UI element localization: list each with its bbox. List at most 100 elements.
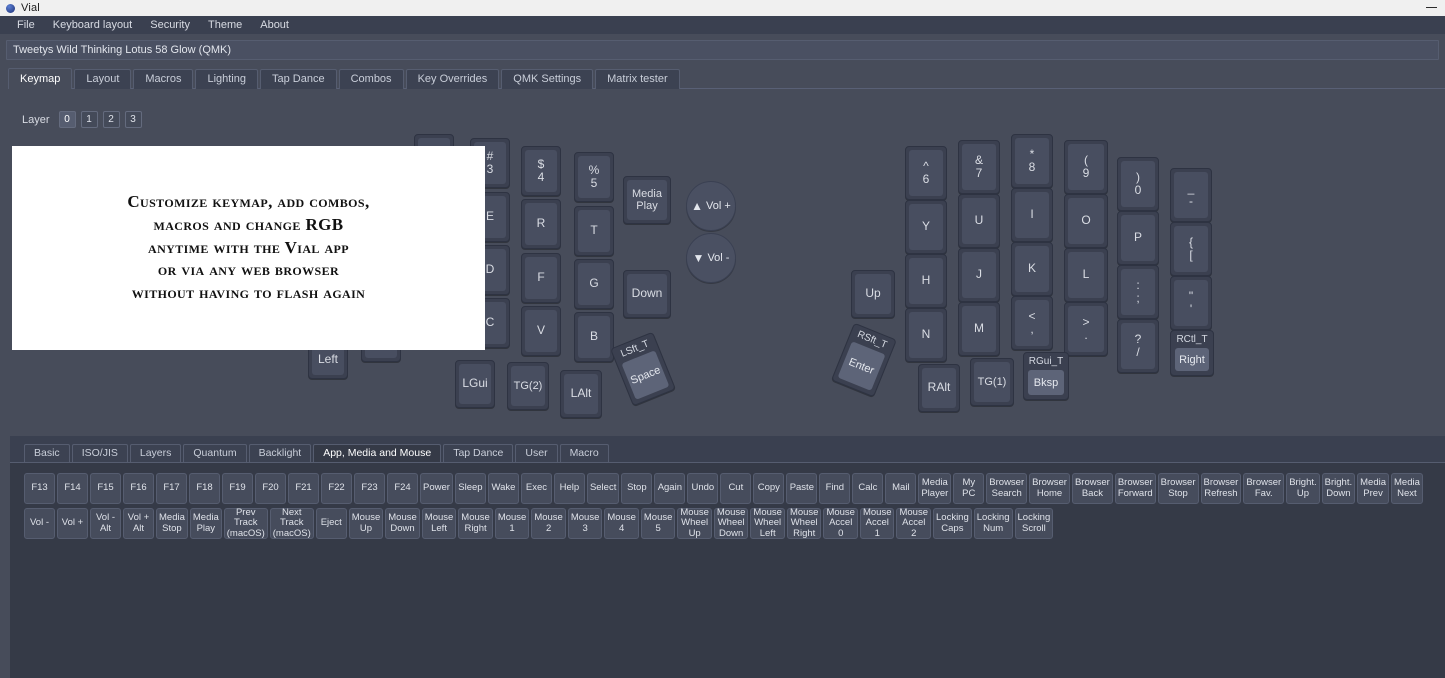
- keycode-button-mail[interactable]: Mail: [885, 473, 917, 504]
- keycode-button-f18[interactable]: F18: [189, 473, 220, 504]
- menu-item-theme[interactable]: Theme: [199, 16, 251, 34]
- tab-tap-dance[interactable]: Tap Dance: [260, 69, 337, 89]
- keymap-key-i[interactable]: I: [1011, 188, 1053, 242]
- keymap-key--[interactable]: _ -: [1170, 168, 1212, 222]
- keycode-button-mouse-right[interactable]: Mouse Right: [458, 508, 493, 539]
- keycode-button-mouse-accel-0[interactable]: Mouse Accel 0: [823, 507, 858, 539]
- keycode-button-vol-[interactable]: Vol +: [57, 508, 88, 539]
- keymap-key-ralt[interactable]: RAlt: [918, 364, 960, 412]
- tab-qmk-settings[interactable]: QMK Settings: [501, 69, 594, 89]
- keycode-button-next-track-macos-[interactable]: Next Track (macOS): [269, 507, 314, 539]
- keycode-button-browser-forward[interactable]: Browser Forward: [1114, 473, 1156, 504]
- keycode-button-prev-track-macos-[interactable]: Prev Track (macOS): [223, 507, 268, 539]
- keycode-button-locking-scroll[interactable]: Locking Scroll: [1014, 508, 1054, 539]
- tab-keymap[interactable]: Keymap: [8, 68, 73, 89]
- keycode-button-mouse-accel-1[interactable]: Mouse Accel 1: [859, 507, 895, 539]
- keycode-button-calc[interactable]: Calc: [852, 473, 884, 504]
- keycode-tab-basic[interactable]: Basic: [24, 444, 70, 462]
- keycode-button-f20[interactable]: F20: [255, 473, 286, 504]
- keycode-button-media-play[interactable]: Media Play: [189, 508, 222, 539]
- keycode-button-f13[interactable]: F13: [24, 473, 55, 504]
- keymap-key--[interactable]: " ': [1170, 276, 1212, 330]
- tab-lighting[interactable]: Lighting: [195, 69, 258, 89]
- keycode-button-mouse-wheel-down[interactable]: Mouse Wheel Down: [713, 507, 749, 539]
- keycode-button-bright-down[interactable]: Bright. Down: [1321, 473, 1356, 504]
- keycode-button-browser-stop[interactable]: Browser Stop: [1157, 473, 1199, 504]
- keymap-key-b[interactable]: B: [574, 312, 614, 362]
- menu-item-security[interactable]: Security: [141, 16, 199, 34]
- keycode-button-media-player[interactable]: Media Player: [918, 473, 952, 504]
- keycode-button-paste[interactable]: Paste: [786, 473, 818, 504]
- menu-item-keyboard-layout[interactable]: Keyboard layout: [44, 16, 142, 34]
- keycode-button-f17[interactable]: F17: [156, 473, 187, 504]
- keymap-key--[interactable]: * 8: [1011, 134, 1053, 188]
- keymap-key-tg-2-[interactable]: TG(2): [507, 362, 549, 410]
- keymap-key-r[interactable]: R: [521, 199, 561, 249]
- keymap-key-j[interactable]: J: [958, 248, 1000, 302]
- keymap-key--[interactable]: (9: [1064, 140, 1108, 194]
- keycode-button-undo[interactable]: Undo: [687, 473, 719, 504]
- keymap-key-up[interactable]: Up: [851, 270, 895, 318]
- keycode-button-bright-up[interactable]: Bright. Up: [1286, 473, 1320, 504]
- keycode-button-f14[interactable]: F14: [57, 473, 88, 504]
- keymap-key-k[interactable]: K: [1011, 242, 1053, 296]
- keymap-key-g[interactable]: G: [574, 259, 614, 309]
- keycode-button-mouse-4[interactable]: Mouse 4: [604, 508, 639, 539]
- keycode-button-f22[interactable]: F22: [321, 473, 352, 504]
- keycode-button-mouse-5[interactable]: Mouse 5: [640, 508, 676, 539]
- keycode-tab-macro[interactable]: Macro: [559, 444, 609, 462]
- tab-combos[interactable]: Combos: [338, 69, 404, 89]
- keycode-button-select[interactable]: Select: [586, 473, 620, 504]
- keycode-button-browser-home[interactable]: Browser Home: [1029, 473, 1070, 504]
- keycode-button-f16[interactable]: F16: [123, 473, 154, 504]
- keymap-key--[interactable]: <,: [1011, 296, 1053, 350]
- keymap-key-m[interactable]: M: [958, 302, 1000, 356]
- keycode-button-mouse-wheel-up[interactable]: Mouse Wheel Up: [677, 507, 712, 539]
- keycode-tab-tap-dance[interactable]: Tap Dance: [443, 444, 514, 462]
- keymap-key--[interactable]: {[: [1170, 222, 1212, 276]
- keymap-key--[interactable]: >.: [1064, 302, 1108, 356]
- keymap-key-y[interactable]: Y: [905, 200, 947, 254]
- keymap-key-space[interactable]: LSft_T Space: [610, 331, 676, 407]
- keycode-button-sleep[interactable]: Sleep: [454, 473, 486, 504]
- keycode-button-media-next[interactable]: Media Next: [1391, 473, 1423, 504]
- keymap-key-u[interactable]: U: [958, 194, 1000, 248]
- keymap-key-n[interactable]: N: [905, 308, 947, 362]
- keycode-button-cut[interactable]: Cut: [720, 473, 752, 504]
- keycode-button-media-prev[interactable]: Media Prev: [1357, 473, 1389, 504]
- keycode-button-eject[interactable]: Eject: [315, 508, 347, 539]
- keycode-button-browser-search[interactable]: Browser Search: [986, 473, 1028, 504]
- keycode-button-vol-alt[interactable]: Vol - Alt: [90, 508, 121, 539]
- keymap-key--[interactable]: $4: [521, 146, 561, 196]
- keycode-button-mouse-left[interactable]: Mouse Left: [421, 508, 457, 539]
- keycode-tab-backlight[interactable]: Backlight: [248, 444, 312, 462]
- encoder-vol-[interactable]: ▼ Vol -: [686, 233, 736, 283]
- keycode-button-mouse-3[interactable]: Mouse 3: [567, 508, 603, 539]
- keymap-key--[interactable]: ? /: [1117, 319, 1159, 373]
- keycode-button-vol-alt[interactable]: Vol + Alt: [123, 508, 154, 539]
- keycode-button-media-stop[interactable]: Media Stop: [156, 508, 188, 539]
- keycode-button-f15[interactable]: F15: [90, 473, 121, 504]
- keycode-button-copy[interactable]: Copy: [753, 473, 785, 504]
- menu-item-file[interactable]: File: [8, 16, 44, 34]
- keycode-button-f24[interactable]: F24: [387, 473, 418, 504]
- keymap-key-down[interactable]: Down: [623, 270, 671, 318]
- keycode-button-power[interactable]: Power: [420, 473, 453, 504]
- keymap-key--[interactable]: ^ 6: [905, 146, 947, 200]
- keycode-button-stop[interactable]: Stop: [621, 473, 653, 504]
- keycode-button-browser-back[interactable]: Browser Back: [1071, 473, 1113, 504]
- keycode-button-mouse-wheel-right[interactable]: Mouse Wheel Right: [786, 507, 822, 539]
- keycode-tab-layers[interactable]: Layers: [129, 444, 182, 462]
- keymap-key-t[interactable]: T: [574, 206, 614, 256]
- keymap-key-right[interactable]: RCtl_T Right: [1170, 330, 1214, 376]
- tab-key-overrides[interactable]: Key Overrides: [405, 69, 500, 89]
- keymap-key-v[interactable]: V: [521, 306, 561, 356]
- encoder-vol-[interactable]: ▲ Vol +: [686, 181, 736, 231]
- keycode-tab-app-media-mouse[interactable]: App, Media and Mouse: [313, 444, 442, 462]
- keycode-button-help[interactable]: Help: [553, 473, 585, 504]
- keycode-tab-user[interactable]: User: [515, 444, 558, 462]
- keycode-button-mouse-up[interactable]: Mouse Up: [348, 508, 384, 539]
- keycode-button-again[interactable]: Again: [654, 473, 686, 504]
- keycode-button-locking-num[interactable]: Locking Num: [973, 508, 1013, 539]
- tab-matrix-tester[interactable]: Matrix tester: [595, 69, 680, 89]
